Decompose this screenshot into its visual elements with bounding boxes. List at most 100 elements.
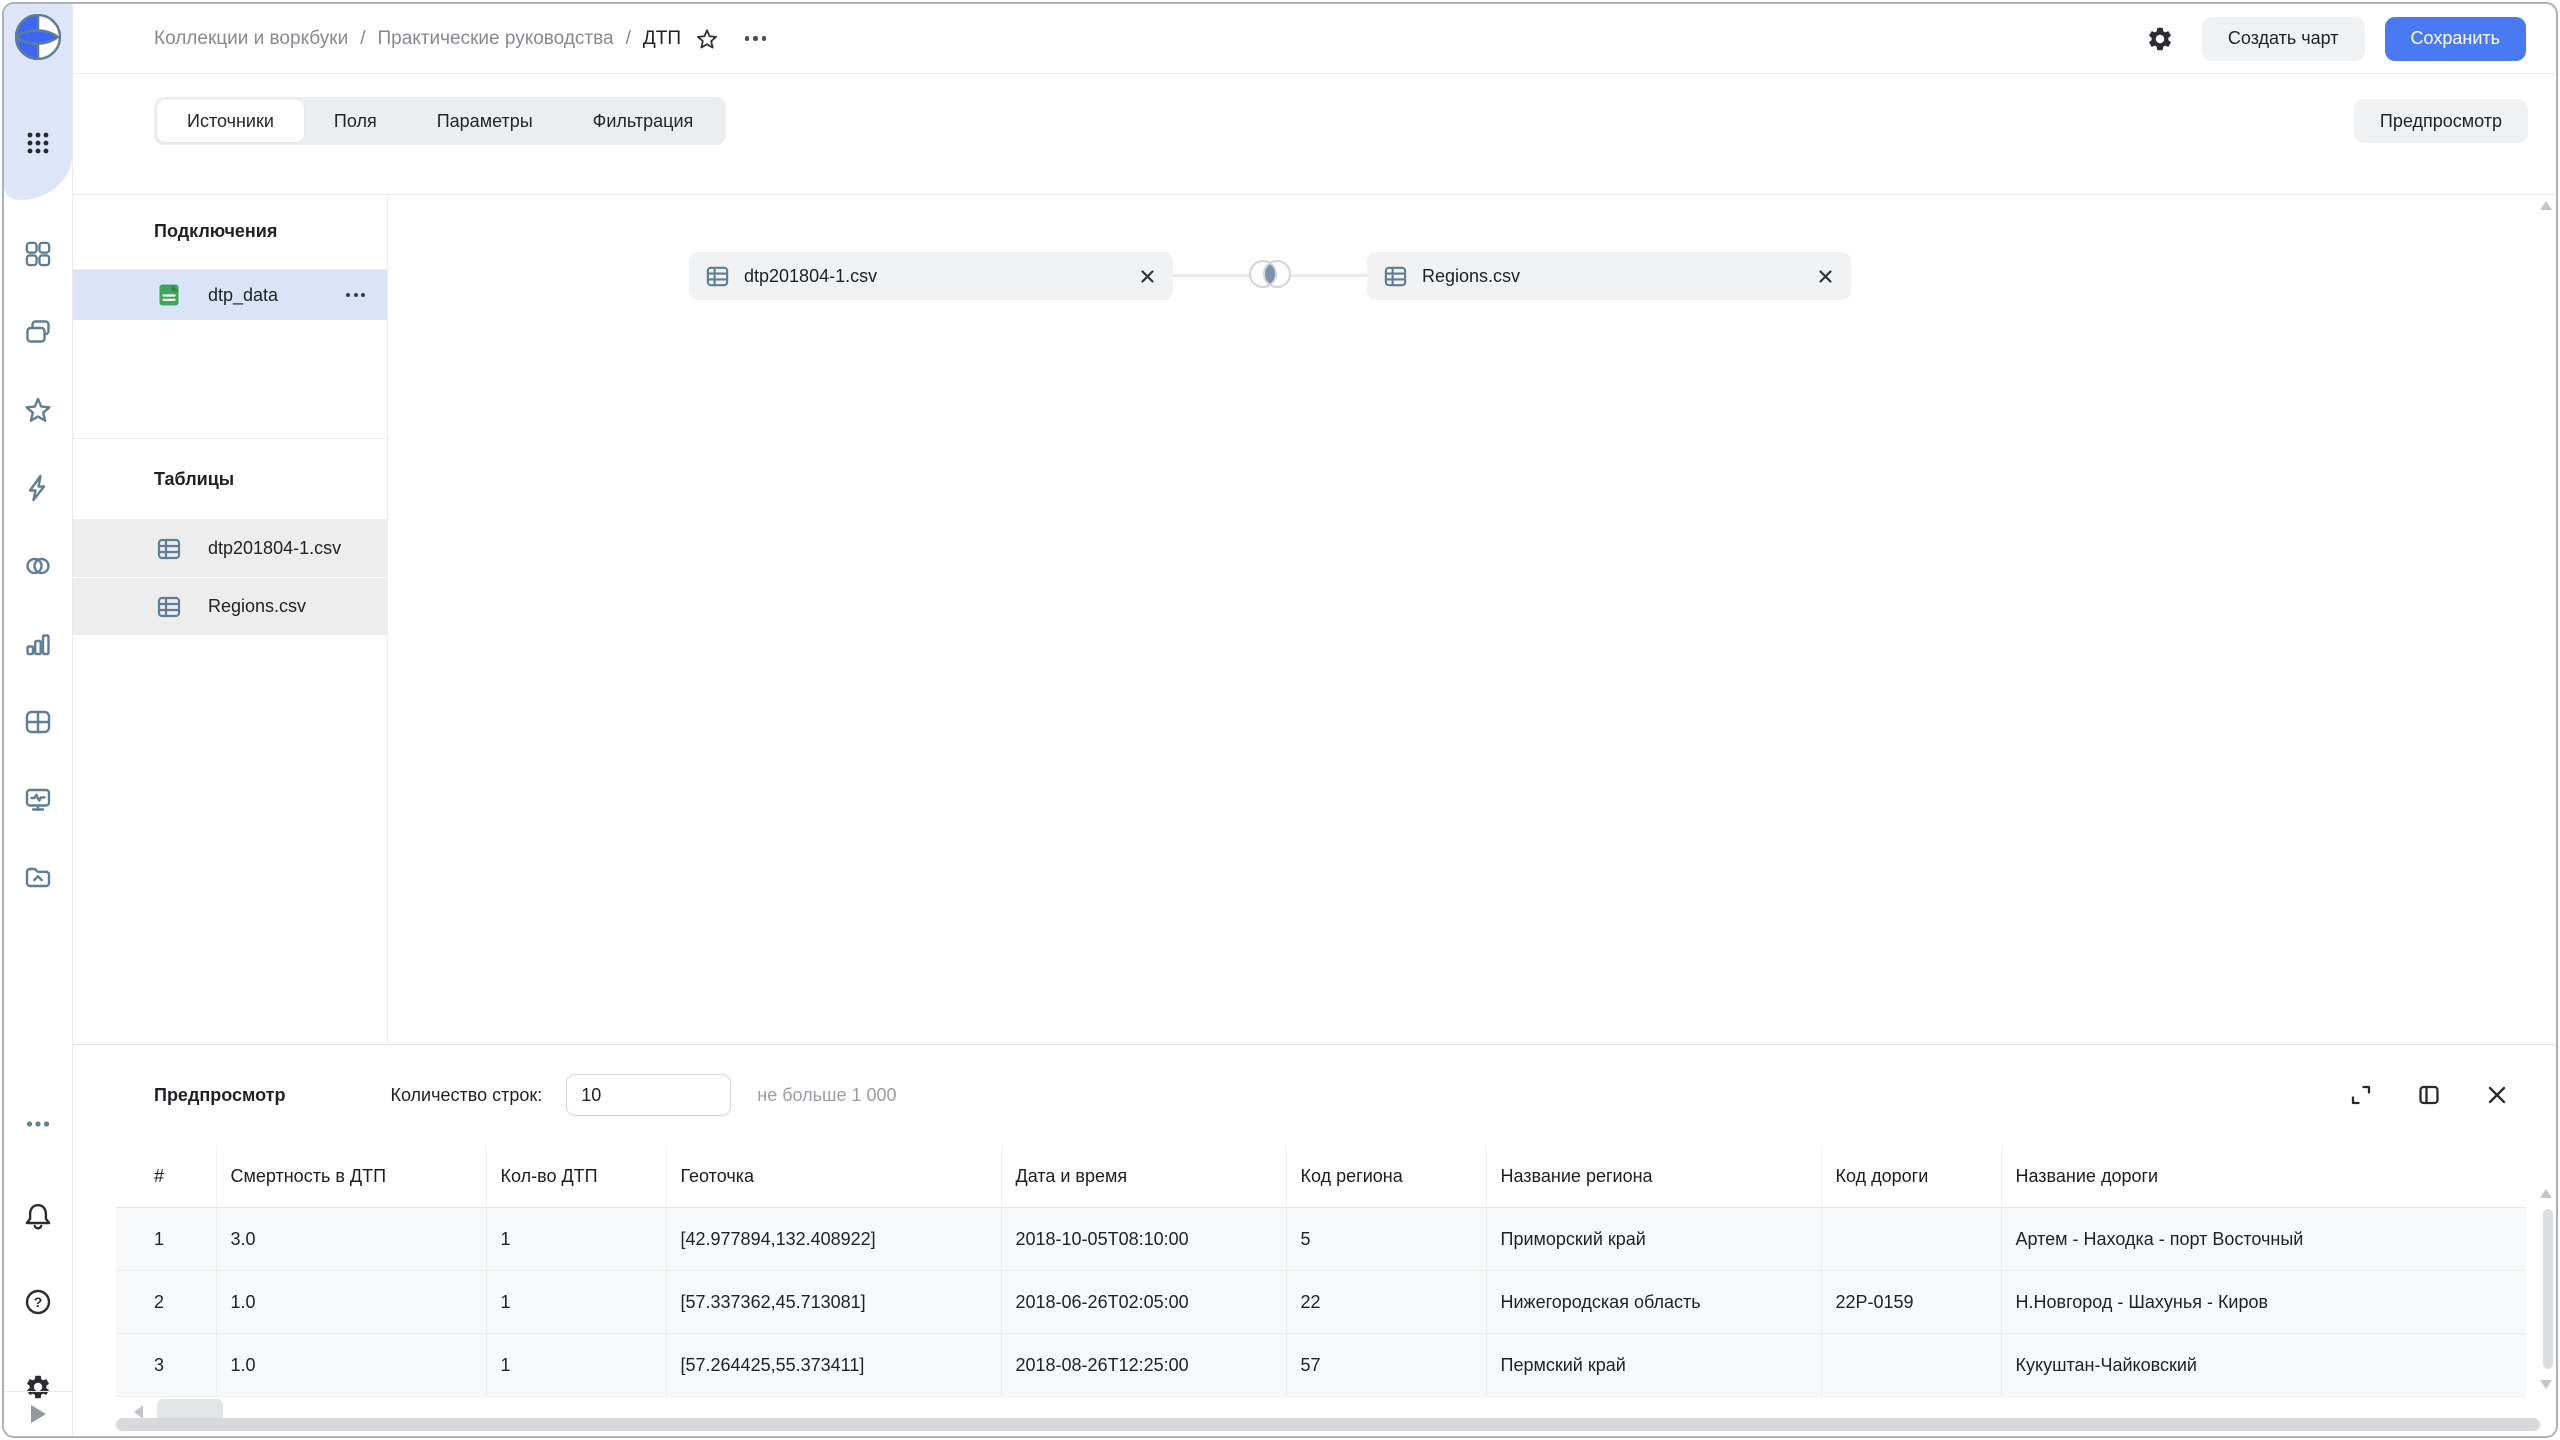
- bell-icon[interactable]: [4, 1201, 72, 1231]
- preview-table: #Смертность в ДТПКол-во ДТПГеоточкаДата …: [116, 1145, 2526, 1397]
- preview-scroll-down-icon[interactable]: [2540, 1380, 2552, 1389]
- breadcrumb-guides[interactable]: Практические руководства: [377, 28, 613, 50]
- datalens-logo-icon[interactable]: [4, 14, 72, 60]
- vscroll-thumb[interactable]: [2543, 1209, 2553, 1369]
- dashboard-table-icon[interactable]: [4, 707, 72, 737]
- tab-parameters[interactable]: Параметры: [407, 100, 563, 142]
- column-header: Код дороги: [1821, 1145, 2001, 1208]
- table-icon: [1383, 264, 1408, 289]
- source-node-dtp201804[interactable]: dtp201804-1.csv: [689, 252, 1173, 300]
- table-item-dtp201804[interactable]: dtp201804-1.csv: [72, 520, 387, 577]
- join-canvas: dtp201804-1.csv Regions.csv: [389, 195, 2556, 1044]
- column-header: Кол-во ДТП: [486, 1145, 666, 1208]
- dataset-settings-gear-icon[interactable]: [2146, 25, 2174, 53]
- source-node-label: Regions.csv: [1422, 266, 1520, 287]
- table-cell: Н.Новгород - Шахунья - Киров: [2001, 1271, 2526, 1334]
- nav-rail: ?: [4, 4, 73, 1436]
- more-dots-icon[interactable]: [4, 1109, 72, 1139]
- column-header: Геоточка: [666, 1145, 1001, 1208]
- column-header: Дата и время: [1001, 1145, 1286, 1208]
- sources-panel: Подключения dtp_data Таблицы dtp201804-1…: [72, 195, 388, 1044]
- table-icon: [156, 536, 182, 562]
- table-item-regions[interactable]: Regions.csv: [72, 578, 387, 635]
- help-icon[interactable]: ?: [4, 1287, 72, 1317]
- table-cell: 2018-10-05T08:10:00: [1001, 1208, 1286, 1271]
- tab-sources[interactable]: Источники: [157, 100, 304, 142]
- preview-scroll-up-icon[interactable]: [2540, 1189, 2552, 1198]
- favorite-star-icon[interactable]: [695, 27, 719, 51]
- table-cell: 1: [116, 1208, 216, 1271]
- table-cell: 2: [116, 1271, 216, 1334]
- canvas-scroll-up-icon[interactable]: [2540, 201, 2552, 210]
- preview-table-body: 13.01[42.977894,132.408922]2018-10-05T08…: [116, 1208, 2526, 1397]
- folder-export-icon[interactable]: [4, 863, 72, 893]
- venn-datasets-icon[interactable]: [4, 551, 72, 581]
- table-name: dtp201804-1.csv: [208, 538, 341, 559]
- source-node-regions[interactable]: Regions.csv: [1367, 252, 1851, 300]
- table-cell: Нижегородская область: [1486, 1271, 1821, 1334]
- table-icon: [156, 594, 182, 620]
- table-cell: [57.264425,55.373411]: [666, 1334, 1001, 1397]
- more-actions-icon[interactable]: [745, 36, 767, 41]
- table-cell: Артем - Находка - порт Восточный: [2001, 1208, 2526, 1271]
- breadcrumb-current: ДТП: [643, 28, 681, 50]
- connection-more-icon[interactable]: [346, 293, 365, 297]
- bolt-connections-icon[interactable]: [4, 473, 72, 503]
- favorites-star-icon[interactable]: [4, 395, 72, 425]
- breadcrumb-collections[interactable]: Коллекции и воркбуки: [154, 28, 348, 50]
- table-cell: Кукуштан-Чайковский: [2001, 1334, 2526, 1397]
- preview-toggle-button[interactable]: Предпросмотр: [2354, 99, 2528, 143]
- table-cell: [57.337362,45.713081]: [666, 1271, 1001, 1334]
- table-cell: 3.0: [216, 1208, 486, 1271]
- svg-text:?: ?: [34, 1294, 43, 1310]
- page-hscroll-thumb[interactable]: [116, 1418, 2540, 1431]
- table-name: Regions.csv: [208, 596, 306, 617]
- table-row: 21.01[57.337362,45.713081]2018-06-26T02:…: [116, 1271, 2526, 1334]
- monitor-pulse-icon[interactable]: [4, 785, 72, 815]
- breadcrumb: Коллекции и воркбуки / Практические руко…: [154, 28, 681, 50]
- apps-grid-icon[interactable]: [4, 128, 72, 158]
- create-chart-button[interactable]: Создать чарт: [2202, 17, 2365, 61]
- connection-item-dtp-data[interactable]: dtp_data: [72, 270, 387, 320]
- tab-switcher: Источники Поля Параметры Фильтрация: [154, 97, 726, 145]
- bar-chart-icon[interactable]: [4, 629, 72, 659]
- table-cell: [1821, 1334, 2001, 1397]
- toolbar: Источники Поля Параметры Фильтрация Пред…: [72, 75, 2556, 195]
- expand-preview-icon[interactable]: [2348, 1082, 2374, 1108]
- column-header: Название дороги: [2001, 1145, 2526, 1208]
- tab-fields[interactable]: Поля: [304, 100, 407, 142]
- preview-title: Предпросмотр: [154, 1085, 285, 1106]
- sheet-file-icon: [156, 282, 182, 308]
- table-cell: [42.977894,132.408922]: [666, 1208, 1001, 1271]
- app-window: ? Коллекции и воркбуки / Практические ру…: [2, 2, 2558, 1438]
- table-cell: 2018-06-26T02:05:00: [1001, 1271, 1286, 1334]
- table-cell: 2018-08-26T12:25:00: [1001, 1334, 1286, 1397]
- inner-join-venn-icon[interactable]: [1244, 254, 1296, 299]
- table-cell: 3: [116, 1334, 216, 1397]
- remove-source-icon[interactable]: [1818, 269, 1833, 284]
- header-bar: Коллекции и воркбуки / Практические руко…: [72, 4, 2556, 74]
- column-header: Код региона: [1286, 1145, 1486, 1208]
- table-cell: 1: [486, 1208, 666, 1271]
- table-cell: 5: [1286, 1208, 1486, 1271]
- remove-source-icon[interactable]: [1140, 269, 1155, 284]
- source-node-label: dtp201804-1.csv: [744, 266, 877, 287]
- close-preview-icon[interactable]: [2484, 1082, 2510, 1108]
- rows-count-hint: не больше 1 000: [757, 1085, 896, 1106]
- squares-board-icon[interactable]: [4, 239, 72, 269]
- collections-stack-icon[interactable]: [4, 317, 72, 347]
- tab-filtering[interactable]: Фильтрация: [563, 100, 724, 142]
- breadcrumb-separator: /: [360, 28, 365, 50]
- split-panel-icon[interactable]: [2416, 1082, 2442, 1108]
- table-icon: [705, 264, 730, 289]
- table-row: 13.01[42.977894,132.408922]2018-10-05T08…: [116, 1208, 2526, 1271]
- column-header: #: [116, 1145, 216, 1208]
- breadcrumb-separator: /: [626, 28, 631, 50]
- rail-footer: [4, 1391, 72, 1436]
- table-cell: 1: [486, 1334, 666, 1397]
- rows-count-input[interactable]: [566, 1074, 731, 1116]
- scroll-left-icon[interactable]: [134, 1405, 143, 1419]
- expand-sidebar-icon[interactable]: [31, 1405, 46, 1423]
- save-button[interactable]: Сохранить: [2385, 17, 2526, 61]
- table-cell: [1821, 1208, 2001, 1271]
